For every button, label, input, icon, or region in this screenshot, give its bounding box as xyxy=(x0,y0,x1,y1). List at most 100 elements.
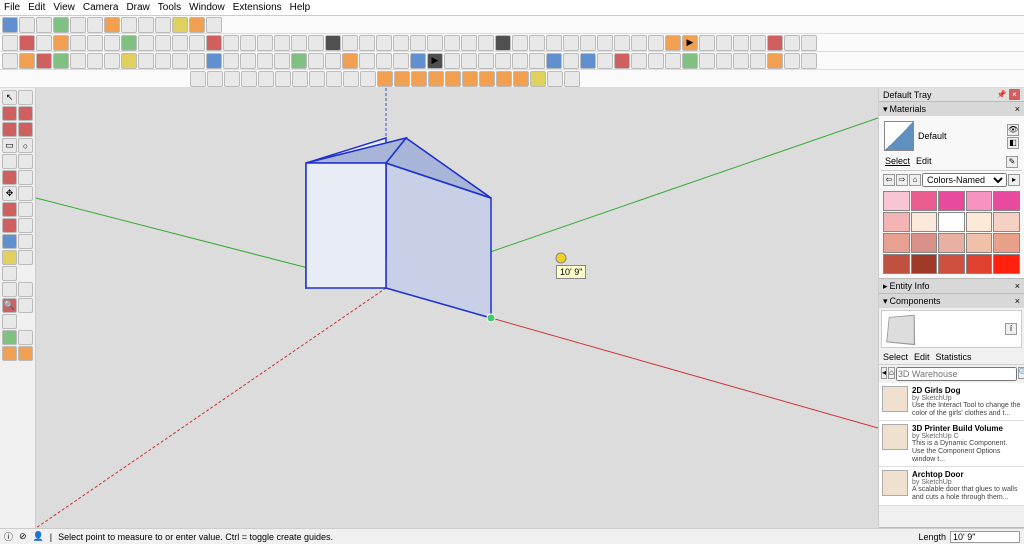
tool-btn[interactable] xyxy=(2,330,17,345)
line-tool[interactable] xyxy=(2,106,17,121)
tool-btn[interactable] xyxy=(87,35,103,51)
tool-btn[interactable] xyxy=(104,17,120,33)
zoom-tool[interactable]: 🔍 xyxy=(2,298,17,313)
tool-btn[interactable] xyxy=(224,71,240,87)
component-item[interactable]: 2D Girls Dogby SketchUpUse the Interact … xyxy=(879,383,1024,421)
tool-btn[interactable] xyxy=(104,53,120,69)
color-swatch[interactable] xyxy=(883,212,910,232)
tool-btn[interactable] xyxy=(410,53,426,69)
menu-edit[interactable]: Edit xyxy=(28,2,45,13)
color-swatch[interactable] xyxy=(993,254,1020,274)
tool-btn[interactable] xyxy=(155,17,171,33)
tool-btn[interactable] xyxy=(190,71,206,87)
status-icon[interactable]: ⓘ xyxy=(4,530,13,543)
tool-btn[interactable] xyxy=(189,53,205,69)
component-info-icon[interactable]: í xyxy=(1005,323,1017,335)
tool-btn[interactable] xyxy=(631,53,647,69)
tool-btn[interactable] xyxy=(121,53,137,69)
tool-btn[interactable] xyxy=(699,53,715,69)
fwd-icon[interactable]: ⇨ xyxy=(896,174,908,186)
color-swatch[interactable] xyxy=(993,233,1020,253)
tool-btn[interactable] xyxy=(87,53,103,69)
tool-btn[interactable] xyxy=(530,71,546,87)
tool-btn[interactable] xyxy=(360,71,376,87)
tool-btn[interactable] xyxy=(240,35,256,51)
tool-btn[interactable] xyxy=(2,266,17,281)
tool-btn[interactable] xyxy=(394,71,410,87)
tool-btn[interactable] xyxy=(121,35,137,51)
tool-btn[interactable] xyxy=(18,186,33,201)
tool-btn[interactable] xyxy=(138,17,154,33)
tool-btn[interactable] xyxy=(580,53,596,69)
menu-draw[interactable]: Draw xyxy=(126,2,149,13)
tool-btn[interactable] xyxy=(325,35,341,51)
tool-btn[interactable] xyxy=(648,53,664,69)
color-swatch[interactable] xyxy=(993,191,1020,211)
pushpull-tool[interactable] xyxy=(2,170,17,185)
color-swatch[interactable] xyxy=(938,254,965,274)
components-tab-edit[interactable]: Edit xyxy=(914,352,930,362)
home-icon[interactable]: ⌂ xyxy=(909,174,921,186)
tool-btn[interactable] xyxy=(342,35,358,51)
tool-btn[interactable] xyxy=(682,53,698,69)
tool-btn[interactable] xyxy=(19,17,35,33)
eyedropper-icon[interactable]: ✎ xyxy=(1006,156,1018,168)
rectangle-tool[interactable]: ▭ xyxy=(2,138,17,153)
tool-btn[interactable] xyxy=(18,90,33,105)
nav-home-icon[interactable]: ⌂ xyxy=(888,367,895,379)
tool-btn[interactable] xyxy=(784,35,800,51)
components-tab-stats[interactable]: Statistics xyxy=(936,352,972,362)
tool-btn[interactable] xyxy=(801,35,817,51)
create-material-icon[interactable]: 👁 xyxy=(1007,124,1019,136)
search-icon[interactable]: 🔍 xyxy=(1018,367,1024,379)
tool-btn[interactable] xyxy=(529,35,545,51)
tool-btn[interactable] xyxy=(206,53,222,69)
tool-btn[interactable] xyxy=(18,250,33,265)
tool-btn[interactable] xyxy=(18,330,33,345)
tool-btn[interactable] xyxy=(767,35,783,51)
tool-btn[interactable] xyxy=(325,53,341,69)
tool-btn[interactable] xyxy=(206,35,222,51)
tool-btn[interactable] xyxy=(172,53,188,69)
tool-btn[interactable] xyxy=(19,53,35,69)
menu-file[interactable]: File xyxy=(4,2,20,13)
tool-btn[interactable] xyxy=(563,53,579,69)
tool-btn[interactable] xyxy=(70,17,86,33)
menu-help[interactable]: Help xyxy=(290,2,311,13)
tool-btn[interactable] xyxy=(308,35,324,51)
tool-btn[interactable] xyxy=(444,35,460,51)
viewport[interactable]: 10' 9" xyxy=(36,88,878,528)
tool-btn[interactable] xyxy=(241,71,257,87)
arc-tool[interactable] xyxy=(2,122,17,137)
tool-btn[interactable] xyxy=(479,71,495,87)
tool-btn[interactable] xyxy=(223,35,239,51)
color-swatch[interactable] xyxy=(938,212,965,232)
material-library-select[interactable]: Colors-Named xyxy=(922,173,1007,187)
tool-btn[interactable] xyxy=(513,71,529,87)
tool-btn[interactable] xyxy=(308,53,324,69)
tool-btn[interactable] xyxy=(155,35,171,51)
details-icon[interactable]: ▸ xyxy=(1008,174,1020,186)
tool-btn[interactable] xyxy=(18,170,33,185)
tool-btn[interactable] xyxy=(291,35,307,51)
measurement-input[interactable] xyxy=(950,531,1020,543)
tool-btn[interactable] xyxy=(18,346,33,361)
tool-btn[interactable] xyxy=(19,35,35,51)
tool-btn[interactable] xyxy=(18,234,33,249)
tool-btn[interactable] xyxy=(614,35,630,51)
tool-btn[interactable] xyxy=(478,35,494,51)
pan-tool[interactable] xyxy=(18,282,33,297)
menu-window[interactable]: Window xyxy=(189,2,225,13)
tool-btn[interactable] xyxy=(223,53,239,69)
tool-btn[interactable] xyxy=(359,53,375,69)
tool-btn[interactable] xyxy=(377,71,393,87)
tool-btn[interactable] xyxy=(376,35,392,51)
tool-btn[interactable] xyxy=(155,53,171,69)
tool-btn[interactable] xyxy=(275,71,291,87)
tool-btn[interactable] xyxy=(411,71,427,87)
tool-btn[interactable] xyxy=(376,53,392,69)
tool-btn[interactable] xyxy=(70,53,86,69)
paint-tool[interactable] xyxy=(2,250,17,265)
tool-btn[interactable] xyxy=(359,35,375,51)
tool-btn[interactable] xyxy=(206,17,222,33)
